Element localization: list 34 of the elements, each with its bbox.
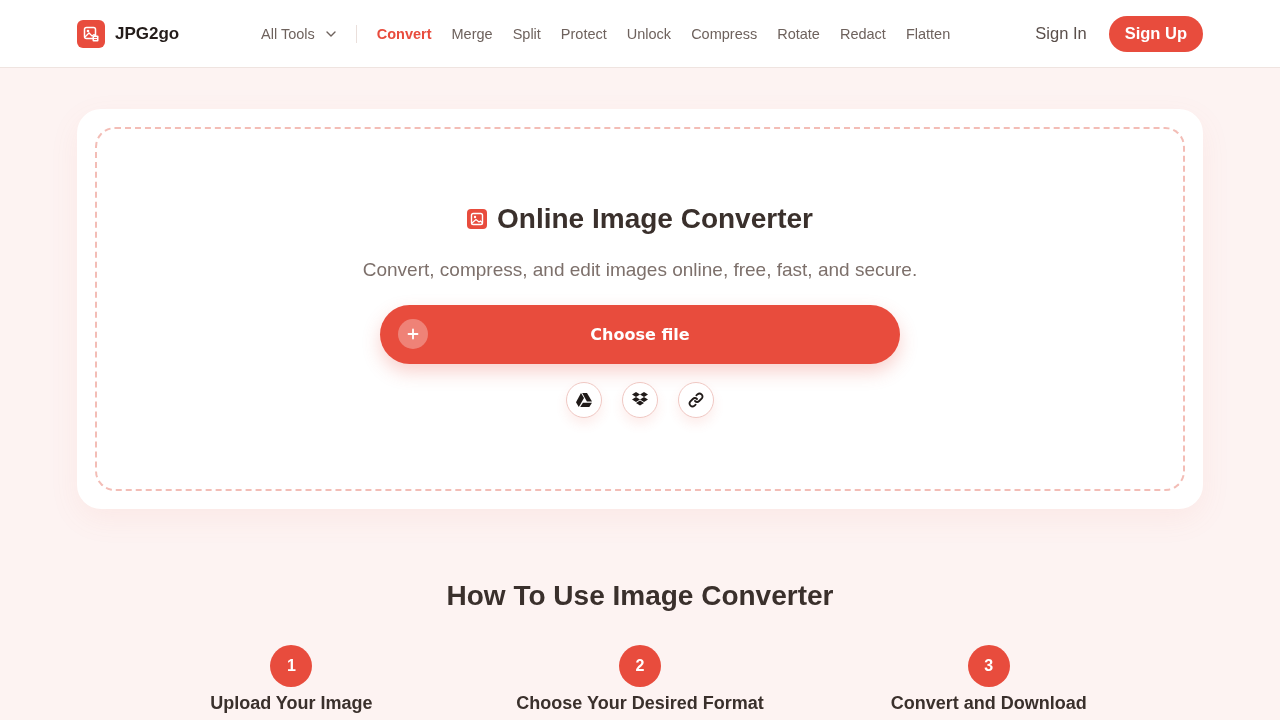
nav-link[interactable]: Convert bbox=[376, 25, 432, 42]
nav-link[interactable]: Rotate bbox=[777, 25, 820, 42]
nav-link[interactable]: Unlock bbox=[626, 25, 672, 42]
section-heading: How To Use Image Converter bbox=[445, 579, 835, 613]
image-icon bbox=[467, 208, 488, 229]
link-source-button[interactable] bbox=[678, 381, 714, 418]
link-icon bbox=[688, 391, 704, 408]
step-title: Convert and Download bbox=[890, 693, 1087, 713]
nav-link[interactable]: Split bbox=[512, 25, 541, 42]
image-logo-icon[interactable] bbox=[77, 19, 105, 48]
all-tools-dropdown[interactable]: All Tools bbox=[261, 25, 336, 42]
nav-link[interactable]: Flatten bbox=[905, 25, 951, 42]
hero-subtitle: Convert, compress, and edit images online, free, fast, and secure. bbox=[362, 257, 918, 282]
dropbox-source-button[interactable] bbox=[622, 381, 658, 418]
drop-zone[interactable]: Online Image Converter Convert, compress, and edit images online, free, fast, and secure. Choose file bbox=[95, 127, 1185, 491]
nav-link[interactable]: Compress bbox=[691, 25, 758, 42]
logo-text[interactable]: JPG2go bbox=[115, 23, 180, 44]
sign-in-link[interactable]: Sign In bbox=[1035, 24, 1087, 43]
drive-icon bbox=[576, 392, 592, 407]
choose-file-button[interactable]: Choose file bbox=[380, 304, 900, 364]
nav-link[interactable]: Merge bbox=[451, 25, 493, 42]
step-number: 3 bbox=[967, 645, 1010, 687]
sign-up-button[interactable]: Sign Up bbox=[1108, 15, 1203, 52]
chevron-down-icon bbox=[325, 30, 336, 37]
hero-title: Online Image Converter bbox=[497, 201, 813, 236]
dropbox-icon bbox=[632, 392, 648, 407]
nav-link[interactable]: Redact bbox=[839, 25, 886, 42]
step-number: 1 bbox=[270, 645, 313, 687]
nav-link[interactable]: Protect bbox=[560, 25, 607, 42]
drive-source-button[interactable] bbox=[566, 381, 602, 418]
step-title: Choose Your Desired Format bbox=[516, 693, 764, 713]
step-title: Upload Your Image bbox=[210, 693, 373, 713]
plus-icon bbox=[398, 319, 428, 349]
step-number: 2 bbox=[619, 645, 661, 687]
